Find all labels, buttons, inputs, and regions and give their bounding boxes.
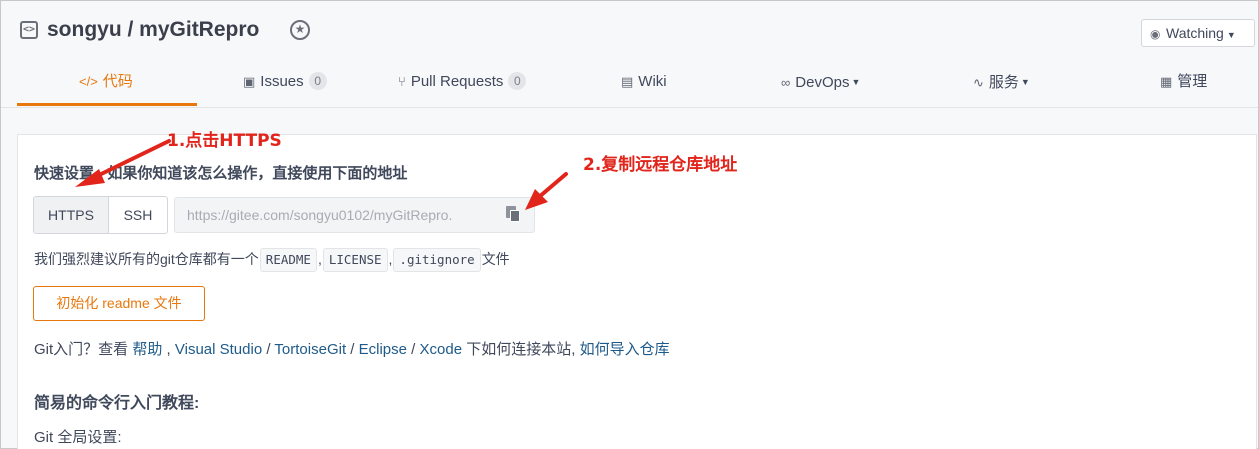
infinity-icon: ∞ <box>781 75 791 90</box>
tab-code[interactable]: </> 代码 <box>79 63 133 107</box>
watch-button[interactable]: ◉ Watching ▼ <box>1141 19 1255 47</box>
tab-services[interactable]: ∿ 服务 ▼ <box>973 63 1030 107</box>
code-icon: </> <box>79 74 98 89</box>
recommend-prefix: 我们强烈建议所有的git仓库都有一个 <box>34 251 259 267</box>
import-repo-link[interactable]: 如何导入仓库 <box>580 341 670 358</box>
tab-pull-requests[interactable]: ⑂ Pull Requests 0 <box>398 63 527 107</box>
quick-setup-title: 快速设置 - 如果你知道该怎么操作，直接使用下面的地址 <box>34 165 408 182</box>
tab-label: Issues <box>260 73 304 90</box>
eclipse-link[interactable]: Eclipse <box>359 341 407 358</box>
code-bracket-icon: <> <box>20 21 38 39</box>
visual-studio-link[interactable]: Visual Studio <box>175 341 262 358</box>
annotation-step2: 2.复制远程仓库地址 <box>583 155 738 175</box>
star-badge-icon[interactable]: ★ <box>290 20 310 40</box>
tab-label: 服务 <box>988 74 1019 91</box>
issue-icon: ▣ <box>243 74 256 89</box>
git-help-line: Git入门？查看 帮助 , Visual Studio / TortoiseGi… <box>34 338 670 359</box>
xcode-link[interactable]: Xcode <box>420 341 463 358</box>
tab-label: Pull Requests <box>410 73 504 90</box>
git-global-settings-label: Git 全局设置: <box>34 429 122 446</box>
settings-doc-icon: ▦ <box>1160 74 1173 89</box>
pull-request-icon: ⑂ <box>398 74 406 89</box>
https-button[interactable]: HTTPS <box>34 197 109 233</box>
watch-label: Watching <box>1166 25 1224 41</box>
init-readme-button[interactable]: 初始化 readme 文件 <box>33 286 205 321</box>
recommend-text: 我们强烈建议所有的git仓库都有一个 README, LICENSE, .gitign… <box>34 247 510 272</box>
tab-label: Wiki <box>638 73 667 90</box>
active-tab-indicator <box>17 103 197 106</box>
eye-icon: ◉ <box>1150 27 1161 41</box>
separator: , <box>166 341 171 358</box>
tab-devops[interactable]: ∞ DevOps ▼ <box>781 63 860 107</box>
help-link[interactable]: 帮助 <box>132 341 162 358</box>
license-tag: LICENSE <box>322 248 388 272</box>
tab-label: DevOps <box>795 74 850 91</box>
repo-title[interactable]: songyu / myGitRepro <box>47 18 259 42</box>
count-badge: 0 <box>308 72 327 90</box>
repo-url-field[interactable]: https://gitee.com/songyu0102/myGitRepro. <box>174 197 535 233</box>
repo-tabs: </> 代码 ▣ Issues 0 ⑂ Pull Requests 0 ▤ Wiki ∞ De… <box>1 63 1258 107</box>
tab-manage[interactable]: ▦ 管理 <box>1160 63 1207 107</box>
separator: / <box>411 341 416 358</box>
git-help-suffix: 下如何连接本站, <box>466 341 576 358</box>
chevron-down-icon: ▼ <box>1020 77 1030 87</box>
git-help-prefix: Git入门？查看 <box>34 341 129 358</box>
tab-label: 管理 <box>1177 73 1208 90</box>
tab-label: 代码 <box>102 73 133 90</box>
count-badge: 0 <box>508 72 527 90</box>
separator: / <box>266 341 271 358</box>
repo-header: <> songyu / myGitRepro ★ ◉ Watching ▼ </> 代… <box>1 1 1258 108</box>
readme-tag: README <box>259 248 317 272</box>
tortoisegit-link[interactable]: TortoiseGit <box>274 341 346 358</box>
ssh-button[interactable]: SSH <box>109 197 167 233</box>
separator: , <box>317 251 322 267</box>
command-tutorial-title: 简易的命令行入门教程: <box>34 395 200 412</box>
protocol-toggle: HTTPS SSH <box>33 196 168 234</box>
chevron-down-icon: ▼ <box>1226 30 1236 40</box>
annotation-step1: 1.点击HTTPS <box>167 131 282 151</box>
tab-issues[interactable]: ▣ Issues 0 <box>243 63 327 107</box>
copy-icon[interactable] <box>506 206 520 222</box>
chevron-down-icon: ▼ <box>851 77 861 87</box>
separator: , <box>388 251 393 267</box>
recommend-suffix: 文件 <box>481 251 510 267</box>
tab-wiki[interactable]: ▤ Wiki <box>621 63 667 107</box>
gitignore-tag: .gitignore <box>393 248 481 272</box>
book-icon: ▤ <box>621 74 634 89</box>
separator: / <box>350 341 355 358</box>
pulse-icon: ∿ <box>973 75 984 90</box>
